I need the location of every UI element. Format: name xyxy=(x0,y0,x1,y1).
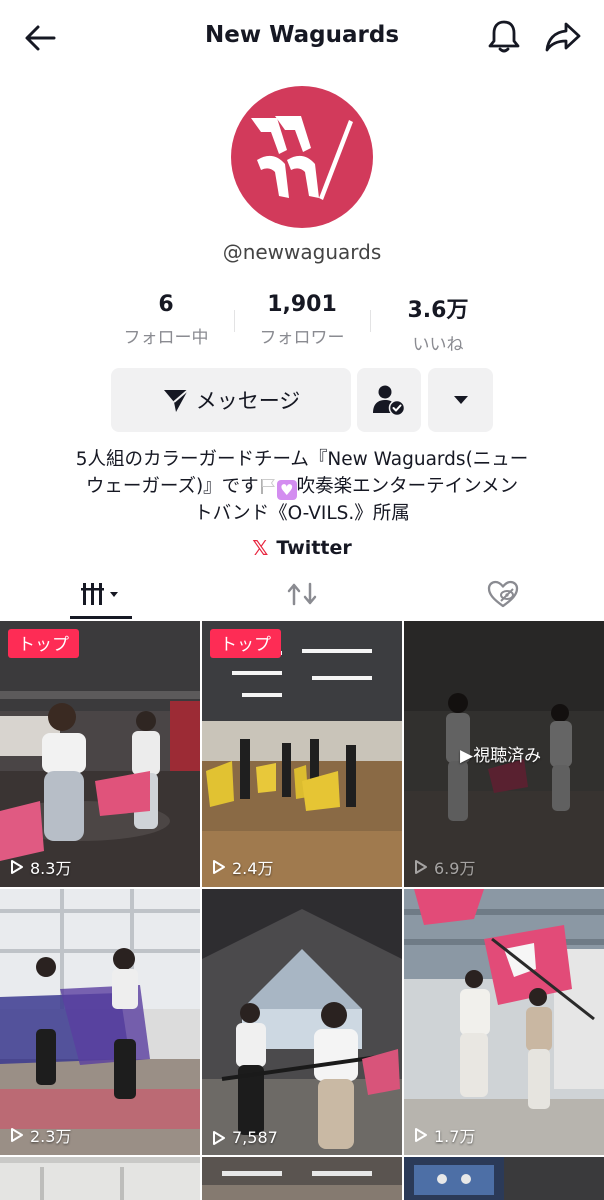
video-thumbnail-image xyxy=(0,1157,200,1200)
avatar[interactable] xyxy=(231,86,373,228)
user-check-icon xyxy=(373,385,406,417)
view-count: 1.7万 xyxy=(414,1123,475,1147)
twitter-link[interactable]: 𝕏 Twitter xyxy=(0,536,604,560)
following-label: フォロー中 xyxy=(123,328,209,348)
bio-line: ウェーガーズ)』です ♥ 吹奏楽エンターテインメン xyxy=(40,473,564,500)
videos-grid-icon xyxy=(81,583,118,605)
video-thumbnail[interactable]: ▶視聴済み 6.9万 xyxy=(404,621,604,887)
suggested-accounts-button[interactable] xyxy=(428,368,493,432)
share-arrow-icon xyxy=(545,22,581,52)
video-thumbnail-image xyxy=(0,621,200,887)
stat-divider xyxy=(234,310,235,332)
top-badge: トップ xyxy=(8,629,79,658)
x-logo-icon: 𝕏 xyxy=(252,536,269,560)
liked-hidden-icon xyxy=(487,580,519,608)
bio-text: 吹奏楽エンターテインメン xyxy=(296,476,519,497)
bio-text: ウェーガーズ)』です xyxy=(85,476,259,497)
view-count: 6.9万 xyxy=(414,855,475,879)
play-outline-icon xyxy=(213,860,225,874)
bell-icon xyxy=(488,20,520,53)
watched-label: ▶視聴済み xyxy=(460,746,542,766)
play-outline-icon xyxy=(11,1128,23,1142)
likes-stat[interactable]: 3.6万 いいね xyxy=(373,292,503,355)
video-thumbnail[interactable]: 2.3万 xyxy=(0,889,200,1155)
followers-label: フォロワー xyxy=(259,328,345,348)
twitter-link-label: Twitter xyxy=(276,537,352,559)
view-count: 7,587 xyxy=(212,1128,278,1147)
triangle-down-icon xyxy=(453,396,468,404)
view-count-value: 7,587 xyxy=(232,1128,278,1147)
video-thumbnail[interactable] xyxy=(404,1157,604,1200)
bio-line: 5人組のカラーガードチーム『New Waguards(ニュー xyxy=(75,449,529,470)
likes-label: いいね xyxy=(412,335,464,355)
following-status-button[interactable] xyxy=(357,368,421,432)
view-count-value: 6.9万 xyxy=(434,859,476,878)
heart-emoji-icon: ♥ xyxy=(276,480,297,500)
following-stat[interactable]: 6 フォロー中 xyxy=(101,292,231,348)
video-grid: トップ 8.3万 トップ 2.4万 ▶視聴済み 6.9万 2.3万 7,587 … xyxy=(0,621,604,1200)
video-thumbnail-image xyxy=(202,889,402,1155)
video-thumbnail[interactable] xyxy=(202,1157,402,1200)
likes-count: 3.6万 xyxy=(407,298,469,323)
view-count: 8.3万 xyxy=(10,855,71,879)
view-count-value: 2.3万 xyxy=(30,1127,72,1146)
send-plane-icon xyxy=(163,389,189,412)
video-thumbnail[interactable]: 1.7万 xyxy=(404,889,604,1155)
tab-reposts[interactable] xyxy=(272,570,332,618)
video-thumbnail[interactable] xyxy=(0,1157,200,1200)
video-thumbnail-image xyxy=(404,889,604,1155)
top-badge: トップ xyxy=(210,629,281,658)
share-button[interactable] xyxy=(542,16,584,56)
view-count-value: 2.4万 xyxy=(232,859,274,878)
stat-divider xyxy=(370,310,371,332)
play-outline-icon xyxy=(415,860,427,874)
message-button[interactable]: メッセージ xyxy=(111,368,351,432)
tab-liked[interactable] xyxy=(472,570,534,618)
view-count: 2.4万 xyxy=(212,855,273,879)
view-count-value: 1.7万 xyxy=(434,1127,476,1146)
video-thumbnail-image xyxy=(202,1157,402,1200)
followers-count: 1,901 xyxy=(267,292,337,317)
notification-bell-button[interactable] xyxy=(484,16,524,56)
video-thumbnail-image xyxy=(202,621,402,887)
play-outline-icon xyxy=(11,860,23,874)
white-flag-icon xyxy=(260,479,275,494)
top-bar: New Waguards xyxy=(0,0,604,76)
username-handle: @newwaguards xyxy=(222,240,382,264)
tab-active-indicator xyxy=(70,616,132,619)
video-thumbnail[interactable]: 7,587 xyxy=(202,889,402,1155)
play-outline-icon xyxy=(415,1128,427,1142)
video-thumbnail-image xyxy=(0,889,200,1155)
video-thumbnail[interactable]: トップ 8.3万 xyxy=(0,621,200,887)
view-count: 2.3万 xyxy=(10,1123,71,1147)
video-thumbnail-image xyxy=(404,1157,604,1200)
repost-icon xyxy=(287,582,317,606)
view-count-value: 8.3万 xyxy=(30,859,72,878)
watched-label-text: 視聴済み xyxy=(473,746,542,766)
profile-bio: 5人組のカラーガードチーム『New Waguards(ニュー ウェーガーズ)』で… xyxy=(40,446,564,527)
video-thumbnail[interactable]: トップ 2.4万 xyxy=(202,621,402,887)
tab-videos[interactable] xyxy=(70,570,132,618)
new-waguards-logo xyxy=(251,116,353,200)
bio-line: トバンド《O-VILS.》所属 xyxy=(194,503,410,524)
content-tabs xyxy=(0,570,604,619)
following-count: 6 xyxy=(158,292,174,317)
followers-stat[interactable]: 1,901 フォロワー xyxy=(237,292,367,348)
message-button-label: メッセージ xyxy=(195,389,301,413)
play-outline-icon xyxy=(213,1130,225,1145)
